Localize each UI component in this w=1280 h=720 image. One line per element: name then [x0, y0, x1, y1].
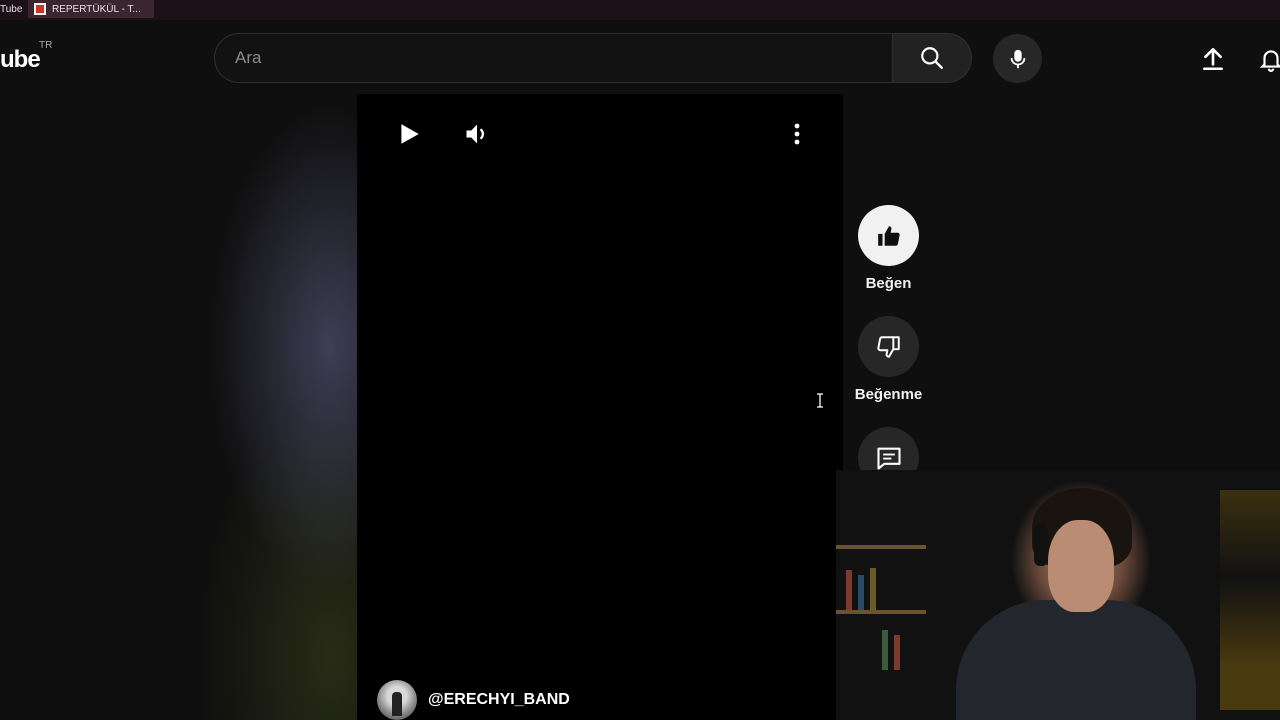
voice-search-button[interactable]: [993, 34, 1042, 83]
volume-button[interactable]: [461, 118, 493, 150]
channel-handle[interactable]: @ERECHYI_BAND: [428, 691, 570, 709]
headphone: [1034, 524, 1048, 566]
like-button[interactable]: [858, 205, 919, 266]
tab-label: Tube: [0, 3, 23, 15]
search-box: [214, 33, 892, 83]
channel-avatar[interactable]: [377, 680, 417, 720]
shorts-video-player[interactable]: @ERECHYI_BAND: [357, 94, 843, 720]
dislike-label: Beğenme: [854, 386, 923, 403]
microphone-icon: [1010, 49, 1025, 68]
dislike-action: Beğenme: [848, 316, 929, 403]
create-upload-button[interactable]: [1194, 40, 1232, 78]
search-button[interactable]: [892, 33, 972, 83]
notifications-button[interactable]: [1252, 40, 1280, 78]
like-label: Beğen: [865, 275, 912, 292]
browser-tab-strip: Tube REPERTÜKÜL - T...: [0, 0, 1280, 20]
browser-tab-youtube[interactable]: Tube: [0, 0, 24, 18]
search-input[interactable]: [235, 34, 875, 82]
like-action: Beğen: [858, 205, 919, 292]
webcam-overlay: [836, 470, 1280, 720]
book: [882, 630, 888, 670]
comment-icon: [876, 447, 901, 470]
channel-info[interactable]: @ERECHYI_BAND: [377, 680, 570, 720]
dislike-button[interactable]: [858, 316, 919, 377]
tab-favicon-icon: [34, 3, 46, 15]
browser-tab-repertukul[interactable]: REPERTÜKÜL - T...: [28, 0, 154, 18]
more-options-button[interactable]: [785, 118, 809, 150]
bookshelf: [836, 545, 926, 549]
upload-icon: [1203, 47, 1223, 71]
search-icon: [921, 47, 943, 69]
person-body: [956, 600, 1196, 720]
bell-icon: [1259, 50, 1280, 72]
text-cursor-icon: [817, 393, 823, 408]
wall-decoration: [1220, 490, 1280, 710]
book: [870, 568, 876, 610]
region-code: TR: [39, 40, 53, 51]
masthead: ube TR: [0, 20, 1280, 96]
book: [858, 575, 864, 610]
more-vertical-icon: [794, 123, 800, 145]
screen: Tube REPERTÜKÜL - T... ube TR Ara @ERECH…: [0, 0, 1280, 720]
play-icon: [401, 124, 419, 144]
logo-text: ube: [0, 46, 41, 73]
person-face: [1048, 520, 1114, 612]
book: [894, 635, 900, 670]
tab-label: REPERTÜKÜL - T...: [52, 3, 141, 15]
thumbs-up-icon: [877, 225, 900, 246]
volume-icon: [466, 124, 484, 144]
youtube-logo[interactable]: ube: [0, 46, 41, 74]
book: [846, 570, 852, 610]
thumbs-down-icon: [876, 335, 900, 358]
bookshelf: [836, 610, 926, 614]
play-button[interactable]: [393, 118, 425, 150]
